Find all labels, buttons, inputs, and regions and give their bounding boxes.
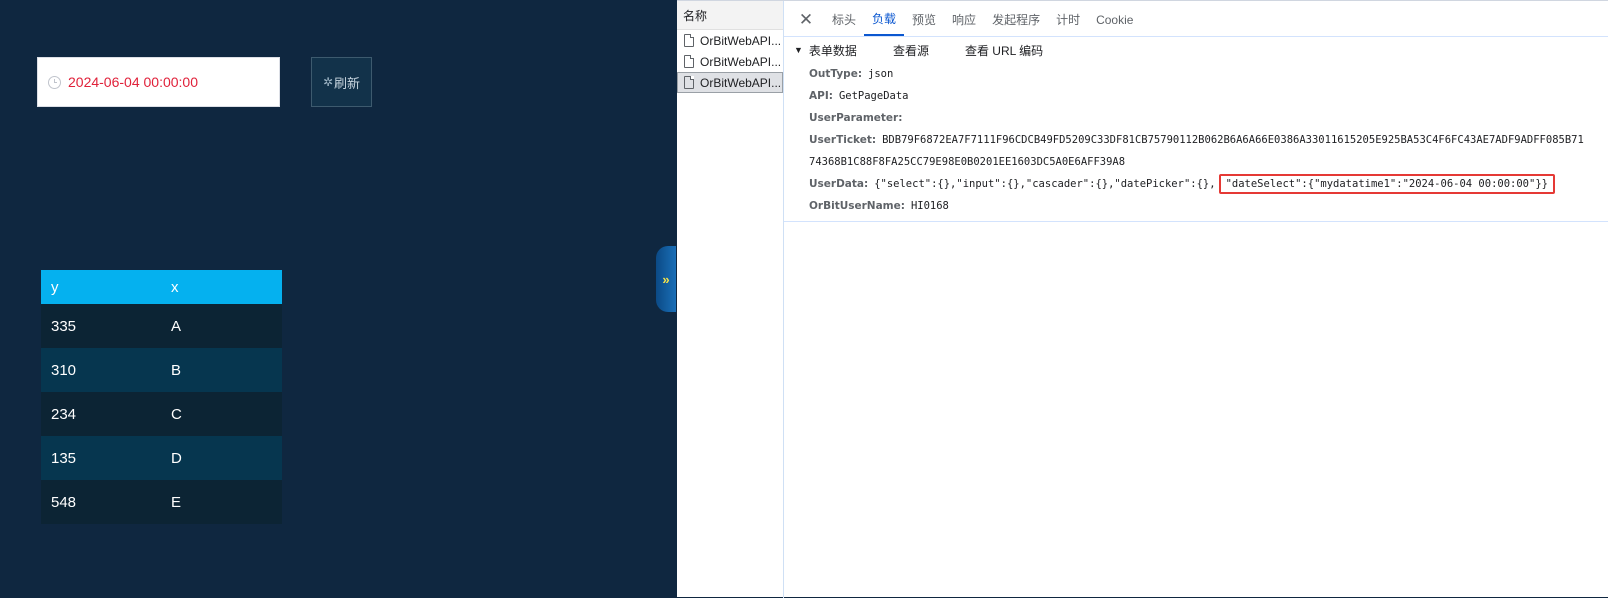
field-userticket: UserTicket: BDB79F6872EA7F7111F96CDCB49F…	[809, 129, 1608, 151]
tab-payload[interactable]: 负载	[864, 3, 905, 36]
table-cell-x: E	[161, 480, 282, 524]
field-value: json	[868, 68, 894, 80]
form-data-fields: OutType: json API: GetPageData UserParam…	[784, 63, 1608, 217]
tab-response[interactable]: 响应	[944, 3, 984, 36]
field-value: HI0168	[910, 200, 949, 212]
triangle-down-icon: ▼	[794, 45, 803, 55]
request-name: OrBitWebAPI...	[700, 33, 782, 48]
table-cell-x: C	[161, 392, 282, 436]
request-item[interactable]: OrBitWebAPI...	[677, 51, 783, 72]
request-item-selected[interactable]: OrBitWebAPI...	[677, 72, 783, 93]
request-name: OrBitWebAPI...	[700, 54, 782, 69]
highlighted-date-select-value: "dateSelect":{"mydatatime1":"2024-06-04 …	[1218, 174, 1555, 194]
close-icon[interactable]: ✕	[794, 3, 818, 36]
clock-icon	[48, 75, 61, 89]
table-cell-y: 335	[41, 304, 161, 348]
field-value: 74368B1C88F8FA25CC79E98E0B0201EE1603DC5A…	[809, 156, 1126, 168]
table-cell-y: 135	[41, 436, 161, 480]
field-key: UserParameter:	[809, 112, 903, 124]
table-cell-y: 310	[41, 348, 161, 392]
form-data-title: 表单数据	[808, 43, 857, 58]
document-icon	[684, 76, 694, 89]
form-data-section-header[interactable]: ▼ 表单数据 查看源 查看 URL 编码	[784, 37, 1608, 63]
detail-tabs: ✕ 标头 负载 预览 响应 发起程序 计时 Cookie	[784, 1, 1608, 37]
collapse-panel-toggle[interactable]: »	[656, 246, 676, 312]
tab-initiator[interactable]: 发起程序	[984, 3, 1048, 36]
section-divider	[784, 221, 1608, 222]
table-cell-x: A	[161, 304, 282, 348]
field-value: GetPageData	[838, 90, 909, 102]
field-userparameter: UserParameter:	[809, 107, 1608, 129]
field-userticket-continued: 74368B1C88F8FA25CC79E98E0B0201EE1603DC5A…	[809, 151, 1608, 173]
field-key: OrBitUserName:	[809, 200, 905, 212]
table-cell-y: 548	[41, 480, 161, 524]
request-detail: ✕ 标头 负载 预览 响应 发起程序 计时 Cookie ▼ 表单数据 查看源 …	[784, 1, 1608, 598]
field-userdata: UserData: {"select":{},"input":{},"casca…	[809, 173, 1608, 195]
table-cell-x: B	[161, 348, 282, 392]
view-url-encoded-link[interactable]: 查看 URL 编码	[965, 42, 1043, 59]
tab-timing[interactable]: 计时	[1048, 3, 1088, 36]
column-header-y: y	[41, 270, 161, 304]
data-table: y x 335 A 310 B 234 C 135 D 548 E	[41, 270, 282, 524]
field-value: BDB79F6872EA7F7111F96CDCB49FD5209C33DF81…	[882, 134, 1584, 146]
devtools-network-panel: 名称 OrBitWebAPI... OrBitWebAPI... OrBitWe…	[677, 0, 1608, 598]
field-value: {"select":{},"input":{},"cascader":{},"d…	[874, 178, 1216, 190]
date-picker-value: 2024-06-04 00:00:00	[68, 74, 198, 90]
field-orbitusername: OrBitUserName: HI0168	[809, 195, 1608, 217]
table-row: 310 B	[41, 348, 282, 392]
field-key: API:	[809, 90, 833, 102]
field-key: OutType:	[809, 68, 863, 80]
refresh-button-label: 刷新	[334, 75, 361, 91]
table-row: 234 C	[41, 392, 282, 436]
table-row: 335 A	[41, 304, 282, 348]
table-cell-y: 234	[41, 392, 161, 436]
table-row: 548 E	[41, 480, 282, 524]
document-icon	[684, 34, 694, 47]
loading-spinner-icon: ✲	[322, 75, 334, 89]
table-row: 135 D	[41, 436, 282, 480]
request-item[interactable]: OrBitWebAPI...	[677, 30, 783, 51]
field-key: UserTicket:	[809, 134, 877, 146]
document-icon	[684, 55, 694, 68]
tab-cookies[interactable]: Cookie	[1088, 3, 1141, 36]
request-list-header: 名称	[677, 1, 783, 30]
dashboard-panel: 2024-06-04 00:00:00 ✲ 刷新 y x 335 A 310 B…	[0, 0, 676, 597]
field-outtype: OutType: json	[809, 63, 1608, 85]
date-picker-input[interactable]: 2024-06-04 00:00:00	[37, 57, 280, 107]
table-cell-x: D	[161, 436, 282, 480]
view-source-link[interactable]: 查看源	[893, 42, 929, 59]
table-header-row: y x	[41, 270, 282, 304]
request-name: OrBitWebAPI...	[700, 75, 782, 90]
double-chevron-right-icon: »	[662, 271, 670, 287]
request-list: 名称 OrBitWebAPI... OrBitWebAPI... OrBitWe…	[677, 1, 784, 598]
tab-headers[interactable]: 标头	[824, 3, 864, 36]
field-api: API: GetPageData	[809, 85, 1608, 107]
tab-preview[interactable]: 预览	[904, 3, 944, 36]
column-header-x: x	[161, 270, 282, 304]
field-key: UserData:	[809, 178, 869, 190]
refresh-button[interactable]: ✲ 刷新	[311, 57, 372, 107]
